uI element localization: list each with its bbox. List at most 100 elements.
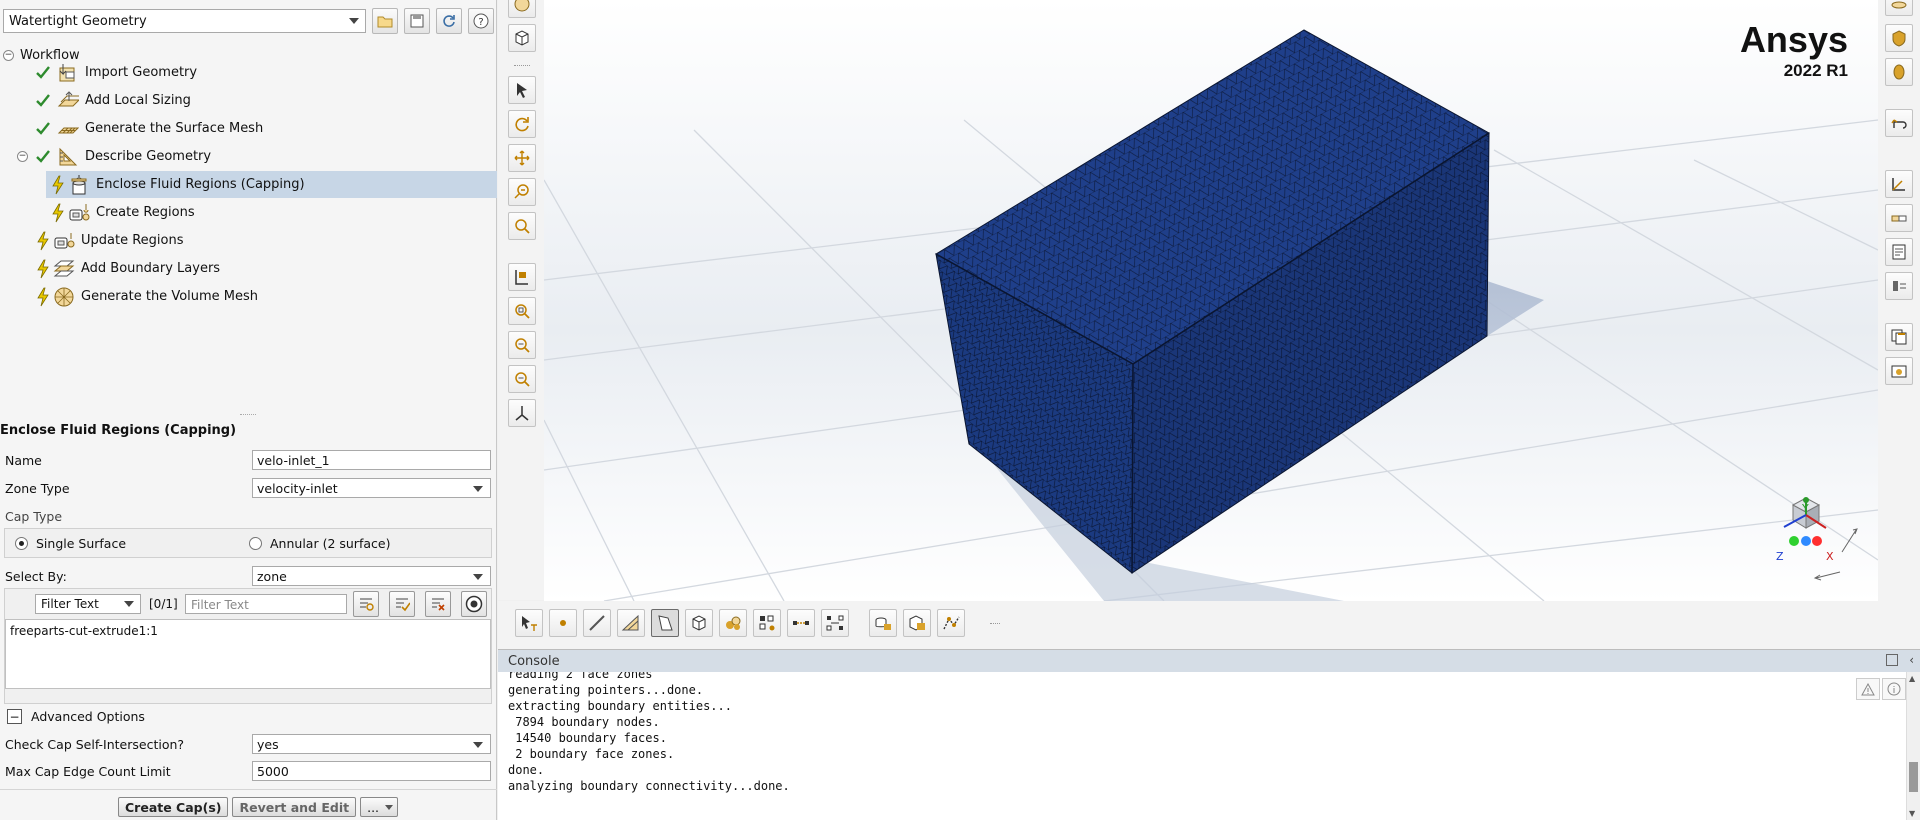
select-filter-button[interactable] <box>515 609 543 637</box>
filter-text-input[interactable]: Filter Text <box>185 594 347 614</box>
select-node-button[interactable] <box>549 609 577 637</box>
zoom-fit-button[interactable] <box>508 297 536 325</box>
box-select-icon <box>909 615 925 631</box>
radio-selected-icon[interactable] <box>15 537 28 550</box>
axes-view-button[interactable] <box>508 399 536 427</box>
tree-item-create-regions[interactable]: Create Regions <box>0 199 497 226</box>
filter-options-button[interactable] <box>353 591 379 617</box>
cap-single-option[interactable]: Single Surface <box>15 536 126 551</box>
tree-item-label: Add Boundary Layers <box>81 261 221 276</box>
create-caps-button[interactable]: Create Cap(s) <box>118 797 229 817</box>
name-input[interactable]: velo-inlet_1 <box>252 450 491 470</box>
display-options-button[interactable] <box>1885 0 1913 16</box>
tree-item-update-regions[interactable]: Update Regions <box>0 227 497 254</box>
polyline-icon <box>943 616 960 630</box>
scroll-down-icon[interactable]: ▼ <box>1909 809 1915 818</box>
info-button[interactable] <box>1882 678 1906 700</box>
help-button[interactable]: ? <box>468 8 494 34</box>
mesh-display-button[interactable] <box>508 0 536 18</box>
pick-graphics-button[interactable] <box>461 591 487 617</box>
console-title: Console <box>508 653 560 669</box>
ellipse-icon <box>1893 64 1905 80</box>
filter-pointer-icon <box>522 616 537 631</box>
save-workflow-button[interactable] <box>404 8 430 34</box>
select-edge-button[interactable] <box>583 609 611 637</box>
collapse-icon[interactable]: − <box>7 709 22 724</box>
select-face-button[interactable] <box>617 609 645 637</box>
pan-tool-button[interactable] <box>508 144 536 172</box>
console-line: reading 2 face zones <box>508 672 653 681</box>
select-range-button[interactable] <box>821 609 849 637</box>
tree-item-volume-mesh[interactable]: Generate the Volume Mesh <box>0 283 497 310</box>
console-lines: reading 2 face zones generating pointers.… <box>508 672 790 794</box>
probe-button[interactable] <box>508 263 536 291</box>
graphics-canvas[interactable]: Ansys 2022 R1 Y X Z <box>544 0 1878 601</box>
tree-item-label: Add Local Sizing <box>85 93 191 108</box>
zoom-box-button[interactable] <box>508 212 536 240</box>
copy-view-button[interactable] <box>1885 323 1913 351</box>
camera-icon <box>1891 365 1907 378</box>
tree-item-enclose-fluid-regions[interactable]: Enclose Fluid Regions (Capping) <box>46 171 497 198</box>
legend-button[interactable] <box>1885 272 1913 300</box>
tree-item-describe-geometry[interactable]: − Describe Geometry <box>0 143 497 170</box>
mesh-icon <box>514 0 530 12</box>
axes-toggle-button[interactable] <box>1885 170 1913 198</box>
box-select-button[interactable] <box>903 609 931 637</box>
radio-unselected-icon[interactable] <box>249 537 262 550</box>
select-multiple-button[interactable] <box>753 609 781 637</box>
console-scrollbar[interactable]: ▲ ▼ <box>1906 672 1920 820</box>
max-edge-input[interactable]: 5000 <box>252 761 491 781</box>
rotate-tool-button[interactable] <box>508 110 536 138</box>
select-object-button[interactable] <box>719 609 747 637</box>
selection-list[interactable]: freeparts-cut-extrude1:1 <box>5 619 491 689</box>
refresh-workflow-button[interactable] <box>436 8 462 34</box>
clip-plane-button[interactable] <box>869 609 897 637</box>
select-connected-button[interactable] <box>787 609 815 637</box>
filter-mode-dropdown[interactable]: Filter Text <box>35 594 141 614</box>
open-workflow-button[interactable] <box>372 8 398 34</box>
tree-item-surface-mesh[interactable]: Generate the Surface Mesh <box>0 115 497 142</box>
graphics-window[interactable]: Ansys 2022 R1 Y X Z <box>544 0 1878 601</box>
list-item[interactable]: freeparts-cut-extrude1:1 <box>10 624 158 638</box>
clip-display-button[interactable] <box>1885 58 1913 86</box>
scrollbar-thumb[interactable] <box>1909 762 1918 792</box>
more-options-button[interactable]: ... <box>360 797 399 817</box>
lightning-bolt-icon <box>37 259 49 278</box>
grid-select-icon <box>759 615 775 631</box>
polyline-select-button[interactable] <box>937 609 965 637</box>
collapse-panel-icon[interactable]: ‹ <box>1909 653 1914 667</box>
tree-item-boundary-layers[interactable]: Add Boundary Layers <box>0 255 497 282</box>
zoom-previous-button[interactable] <box>508 365 536 393</box>
screenshot-button[interactable] <box>1885 357 1913 385</box>
pan-icon <box>514 150 530 166</box>
select-zone-button[interactable] <box>651 609 679 637</box>
select-tool-button[interactable] <box>508 76 536 104</box>
console-output[interactable]: reading 2 face zones generating pointers.… <box>508 672 1860 820</box>
magnifier-icon <box>515 219 530 234</box>
select-body-button[interactable] <box>685 609 713 637</box>
revert-and-edit-button[interactable]: Revert and Edit <box>232 797 357 817</box>
advanced-options-toggle[interactable]: − Advanced Options <box>7 709 145 724</box>
advanced-options-label: Advanced Options <box>31 709 145 724</box>
zoom-tool-button[interactable] <box>508 178 536 206</box>
warning-button[interactable] <box>1856 678 1880 700</box>
self-intersection-dropdown[interactable]: yes <box>252 734 491 754</box>
tree-item-add-local-sizing[interactable]: Add Local Sizing <box>0 87 497 114</box>
select-all-button[interactable] <box>389 591 415 617</box>
ruler-button[interactable] <box>1885 204 1913 232</box>
view-cube-button[interactable] <box>508 24 536 52</box>
scroll-up-icon[interactable]: ▲ <box>1909 674 1915 683</box>
annotations-button[interactable] <box>1885 238 1913 266</box>
collapse-icon[interactable]: − <box>17 151 28 162</box>
workflow-type-dropdown[interactable]: Watertight Geometry <box>3 9 366 33</box>
tree-item-import-geometry[interactable]: Import Geometry <box>0 59 497 86</box>
undo-view-button[interactable] <box>1885 109 1913 137</box>
select-by-dropdown[interactable]: zone <box>252 566 491 586</box>
deselect-all-button[interactable] <box>425 591 451 617</box>
bounds-display-button[interactable] <box>1885 24 1913 52</box>
float-panel-icon[interactable] <box>1886 654 1898 666</box>
cap-annular-option[interactable]: Annular (2 surface) <box>249 536 390 551</box>
selection-toolbar <box>498 601 1920 649</box>
zone-type-dropdown[interactable]: velocity-inlet <box>252 478 491 498</box>
zoom-out-button[interactable] <box>508 331 536 359</box>
